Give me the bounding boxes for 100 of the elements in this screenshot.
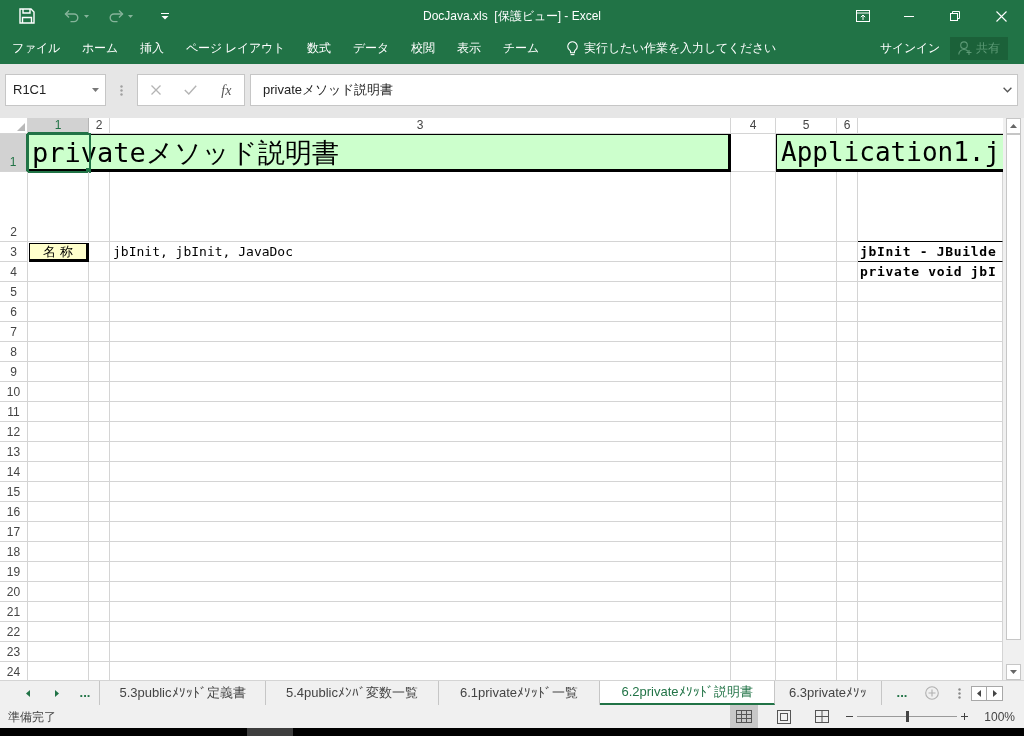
spreadsheet-cell[interactable] <box>731 322 776 342</box>
spreadsheet-cell[interactable] <box>28 322 89 342</box>
spreadsheet-cell[interactable] <box>837 622 858 642</box>
spreadsheet-cell[interactable] <box>776 342 837 362</box>
fill-handle[interactable] <box>86 168 91 173</box>
spreadsheet-cell[interactable] <box>837 642 858 662</box>
ribbon-tab[interactable]: 挿入 <box>129 32 175 64</box>
scroll-left-button[interactable] <box>971 685 987 701</box>
spreadsheet-cell[interactable] <box>837 502 858 522</box>
spreadsheet-cell[interactable] <box>28 502 89 522</box>
ribbon-tab[interactable]: ファイル <box>1 32 71 64</box>
spreadsheet-cell[interactable] <box>731 522 776 542</box>
spreadsheet-cell[interactable] <box>110 582 731 602</box>
spreadsheet-cell[interactable] <box>731 342 776 362</box>
spreadsheet-cell[interactable] <box>110 172 731 242</box>
spreadsheet-cell[interactable] <box>731 242 776 262</box>
spreadsheet-cell[interactable] <box>837 302 858 322</box>
row-header[interactable]: 19 <box>0 562 28 582</box>
spreadsheet-cell[interactable] <box>89 402 110 422</box>
spreadsheet-cell[interactable] <box>89 642 110 662</box>
row-header[interactable]: 23 <box>0 642 28 662</box>
spreadsheet-cell[interactable] <box>89 172 110 242</box>
row-header[interactable]: 12 <box>0 422 28 442</box>
spreadsheet-cell[interactable] <box>731 362 776 382</box>
spreadsheet-cell[interactable] <box>89 382 110 402</box>
spreadsheet-cell[interactable] <box>89 522 110 542</box>
spreadsheet-cell[interactable] <box>731 462 776 482</box>
spreadsheet-cell[interactable] <box>110 622 731 642</box>
view-button[interactable] <box>730 705 759 728</box>
spreadsheet-cell[interactable] <box>837 562 858 582</box>
spreadsheet-cell[interactable] <box>89 582 110 602</box>
spreadsheet-cell[interactable] <box>89 322 110 342</box>
spreadsheet-cell[interactable] <box>731 582 776 602</box>
formula-field[interactable]: privateメソッド説明書 <box>250 74 1018 106</box>
spreadsheet-cell[interactable] <box>110 382 731 402</box>
spreadsheet-cell[interactable] <box>89 282 110 302</box>
spreadsheet-cell[interactable] <box>28 172 89 242</box>
spreadsheet-cell[interactable] <box>110 362 731 382</box>
spreadsheet-cell[interactable] <box>776 582 837 602</box>
spreadsheet-cell[interactable] <box>28 402 89 422</box>
spreadsheet-cell[interactable] <box>776 422 837 442</box>
spreadsheet-cell[interactable] <box>776 622 837 642</box>
spreadsheet-cell[interactable] <box>731 642 776 662</box>
spreadsheet-cell[interactable] <box>776 242 837 262</box>
row-header[interactable]: 11 <box>0 402 28 422</box>
spreadsheet-cell[interactable] <box>837 322 858 342</box>
spreadsheet-cell[interactable] <box>89 622 110 642</box>
column-header[interactable]: 1 <box>28 118 89 134</box>
sign-in-link[interactable]: サインイン <box>872 32 948 64</box>
spreadsheet-cell[interactable] <box>89 262 110 282</box>
ribbon-tab[interactable]: 校閲 <box>400 32 447 64</box>
spreadsheet-cell[interactable] <box>776 322 837 342</box>
spreadsheet-cell[interactable] <box>28 562 89 582</box>
spreadsheet-cell[interactable] <box>837 242 858 262</box>
row-header[interactable]: 1 <box>0 134 28 172</box>
spreadsheet-cell[interactable] <box>776 642 837 662</box>
row-header[interactable]: 17 <box>0 522 28 542</box>
spreadsheet-cell[interactable] <box>837 262 858 282</box>
spreadsheet-cell[interactable] <box>731 482 776 502</box>
spreadsheet-cell[interactable] <box>776 542 837 562</box>
spreadsheet-cell[interactable] <box>731 542 776 562</box>
insert-function-button[interactable]: fx <box>208 75 244 105</box>
row-header[interactable]: 14 <box>0 462 28 482</box>
spreadsheet-cell[interactable] <box>110 402 731 422</box>
row-header[interactable]: 21 <box>0 602 28 622</box>
spreadsheet-cell[interactable] <box>110 342 731 362</box>
row-header[interactable]: 18 <box>0 542 28 562</box>
spreadsheet-cell[interactable] <box>731 262 776 282</box>
spreadsheet-cell[interactable] <box>89 562 110 582</box>
spreadsheet-cell[interactable] <box>837 542 858 562</box>
spreadsheet-cell[interactable] <box>776 172 837 242</box>
spreadsheet-cell[interactable] <box>837 282 858 302</box>
row-header[interactable]: 13 <box>0 442 28 462</box>
spreadsheet-cell[interactable] <box>28 442 89 462</box>
spreadsheet-cell[interactable] <box>776 522 837 542</box>
ribbon-tab[interactable]: ホーム <box>71 32 129 64</box>
spreadsheet-cell[interactable] <box>28 362 89 382</box>
ribbon-tab[interactable]: データ <box>342 32 401 64</box>
taskbar-button[interactable] <box>247 728 293 736</box>
spreadsheet-cell[interactable] <box>776 302 837 322</box>
spreadsheet-cell[interactable] <box>731 402 776 422</box>
spreadsheet-cell[interactable] <box>89 542 110 562</box>
row-header[interactable]: 10 <box>0 382 28 402</box>
scroll-up-button[interactable] <box>1006 118 1021 134</box>
spreadsheet-cell[interactable] <box>28 382 89 402</box>
spreadsheet-cell[interactable] <box>837 402 858 422</box>
spreadsheet-cell[interactable] <box>28 482 89 502</box>
row-header[interactable]: 4 <box>0 262 28 282</box>
spreadsheet-cell[interactable] <box>110 322 731 342</box>
spreadsheet-cell[interactable] <box>837 482 858 502</box>
spreadsheet-cell[interactable] <box>28 642 89 662</box>
spreadsheet-cell[interactable] <box>89 462 110 482</box>
spreadsheet-cell[interactable] <box>28 262 89 282</box>
ribbon-tab[interactable]: チーム <box>492 32 551 64</box>
spreadsheet-cell[interactable] <box>837 462 858 482</box>
spreadsheet-cell[interactable] <box>110 482 731 502</box>
scroll-right-button[interactable] <box>987 685 1003 701</box>
spreadsheet-cell[interactable] <box>731 282 776 302</box>
ribbon-tab[interactable]: 表示 <box>446 32 493 64</box>
spreadsheet-cell[interactable] <box>731 502 776 522</box>
